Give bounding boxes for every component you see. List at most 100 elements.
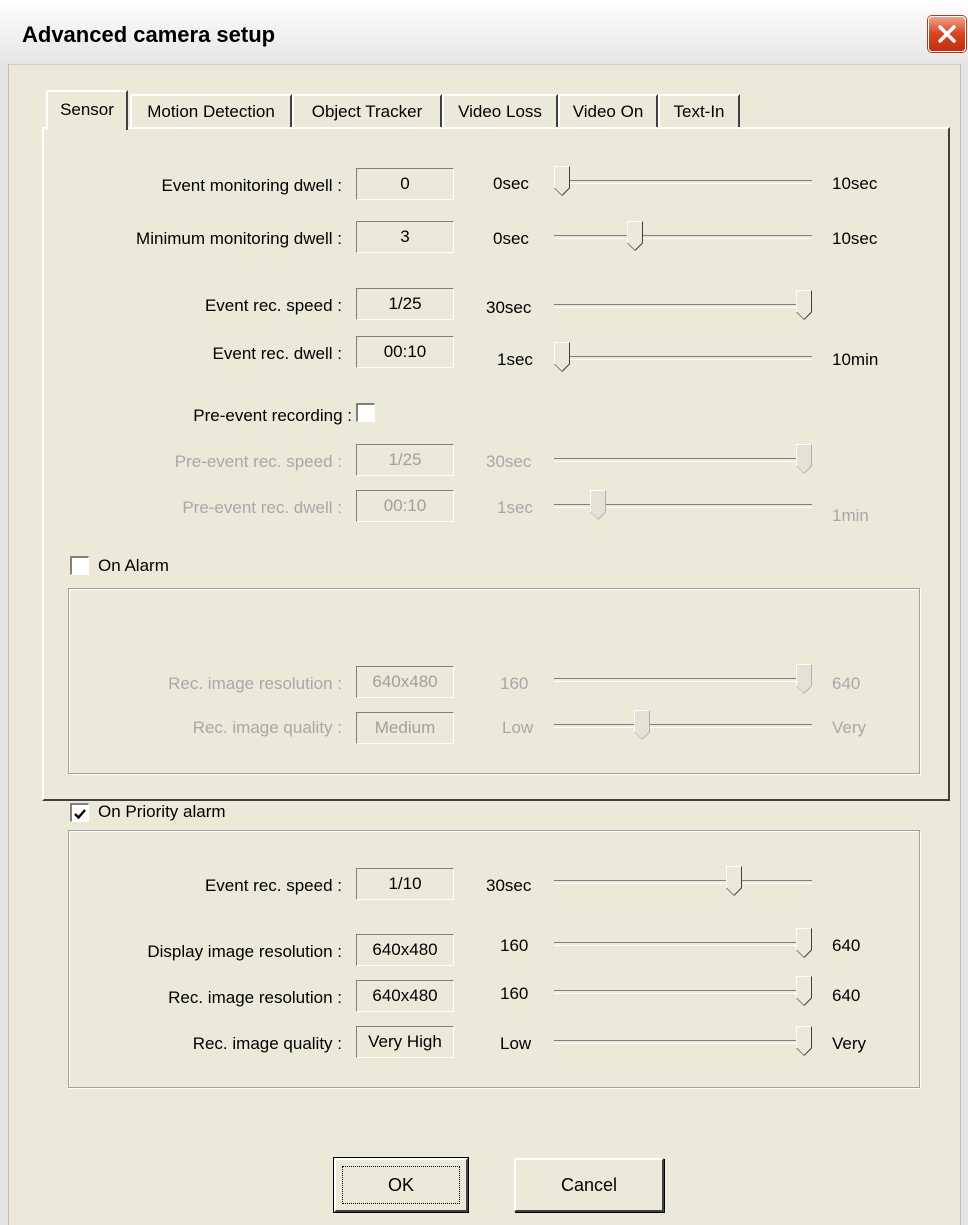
- event-rec-dwell-max: 10min: [832, 350, 879, 369]
- slider-track: [554, 458, 812, 462]
- priority-event-rec-speed-label: Event rec. speed :: [204, 876, 342, 895]
- priority-rec-image-resolution-max: 640: [832, 986, 861, 1005]
- priority-event-rec-speed-slider[interactable]: [554, 866, 812, 900]
- window-frame-right: [960, 64, 968, 1225]
- title-bar[interactable]: Advanced camera setup: [0, 0, 968, 65]
- slider-track: [554, 724, 812, 728]
- dialog-window: Advanced camera setup Sensor Motion Dete…: [0, 0, 968, 1225]
- event-rec-speed-min: 30sec: [486, 298, 532, 317]
- minimum-monitoring-dwell-label: Minimum monitoring dwell :: [136, 229, 342, 248]
- slider-track: [554, 990, 812, 994]
- slider-thumb[interactable]: [554, 342, 570, 372]
- priority-rec-image-resolution-value: 640x480: [356, 980, 454, 1012]
- on-alarm-rec-image-quality-min: Low: [502, 718, 534, 737]
- slider-track: [554, 180, 812, 184]
- priority-rec-image-quality-value: Very High: [356, 1026, 454, 1058]
- priority-rec-image-quality-min: Low: [500, 1034, 532, 1053]
- tab-text-in[interactable]: Text-In: [658, 94, 740, 128]
- display-image-resolution-min: 160: [500, 936, 529, 955]
- slider-track: [554, 942, 812, 946]
- minimum-monitoring-dwell-min: 0sec: [493, 229, 529, 248]
- slider-thumb[interactable]: [796, 1026, 812, 1056]
- slider-thumb[interactable]: [634, 710, 650, 740]
- slider-track: [554, 304, 812, 308]
- pre-event-rec-speed-min: 30sec: [486, 452, 532, 471]
- on-alarm-rec-image-resolution-slider[interactable]: [554, 664, 812, 698]
- on-alarm-rec-image-quality-slider[interactable]: [554, 710, 812, 744]
- priority-rec-image-resolution-min: 160: [500, 984, 529, 1003]
- on-alarm-label: On Alarm: [98, 556, 169, 575]
- display-image-resolution-slider[interactable]: [554, 928, 812, 962]
- event-monitoring-dwell-min: 0sec: [493, 174, 529, 193]
- priority-rec-image-quality-max: Very: [832, 1034, 867, 1053]
- event-rec-dwell-label: Event rec. dwell :: [212, 344, 342, 363]
- pre-event-recording-checkbox[interactable]: [356, 403, 375, 422]
- close-icon: [938, 25, 956, 43]
- slider-thumb[interactable]: [796, 290, 812, 320]
- pre-event-rec-dwell-value: 00:10: [356, 490, 454, 522]
- window-frame-left: [0, 64, 9, 1225]
- slider-thumb[interactable]: [726, 866, 742, 896]
- display-image-resolution-max: 640: [832, 936, 861, 955]
- on-alarm-rec-image-resolution-value: 640x480: [356, 666, 454, 698]
- tab-sensor[interactable]: Sensor: [46, 90, 128, 130]
- on-alarm-rec-image-quality-value: Medium: [356, 712, 454, 744]
- pre-event-rec-dwell-min: 1sec: [497, 498, 533, 517]
- event-monitoring-dwell-label: Event monitoring dwell :: [161, 176, 342, 195]
- pre-event-rec-dwell-max: 1min: [832, 506, 869, 525]
- event-monitoring-dwell-max: 10sec: [832, 174, 878, 193]
- minimum-monitoring-dwell-slider[interactable]: [554, 221, 812, 255]
- tab-video-loss[interactable]: Video Loss: [442, 94, 558, 128]
- slider-track: [554, 356, 812, 360]
- window-title: Advanced camera setup: [22, 22, 276, 47]
- pre-event-rec-dwell-label: Pre-event rec. dwell :: [182, 498, 342, 517]
- event-rec-dwell-slider[interactable]: [554, 342, 812, 376]
- event-rec-speed-label: Event rec. speed :: [204, 296, 342, 315]
- event-rec-speed-slider[interactable]: [554, 290, 812, 324]
- slider-thumb[interactable]: [796, 444, 812, 474]
- display-image-resolution-label: Display image resolution :: [147, 942, 342, 961]
- slider-thumb[interactable]: [554, 166, 570, 196]
- event-monitoring-dwell-slider[interactable]: [554, 166, 812, 200]
- slider-thumb[interactable]: [796, 928, 812, 958]
- event-rec-speed-value: 1/25: [356, 288, 454, 320]
- event-monitoring-dwell-value: 0: [356, 168, 454, 200]
- slider-thumb[interactable]: [796, 664, 812, 694]
- on-alarm-rec-image-quality-label: Rec. image quality :: [192, 718, 342, 737]
- slider-track: [554, 235, 812, 239]
- event-rec-dwell-min: 1sec: [497, 350, 533, 369]
- on-priority-alarm-label: On Priority alarm: [98, 802, 226, 821]
- pre-event-rec-speed-value: 1/25: [356, 444, 454, 476]
- pre-event-recording-label: Pre-event recording :: [193, 406, 352, 425]
- on-alarm-rec-image-resolution-max: 640: [832, 674, 861, 693]
- cancel-button[interactable]: Cancel: [514, 1158, 664, 1212]
- slider-thumb[interactable]: [590, 490, 606, 520]
- ok-button-label: OK: [342, 1166, 460, 1204]
- tab-motion-detection[interactable]: Motion Detection: [130, 94, 292, 128]
- pre-event-rec-speed-label: Pre-event rec. speed :: [174, 452, 342, 471]
- slider-track: [554, 678, 812, 682]
- slider-track: [554, 1040, 812, 1044]
- slider-thumb[interactable]: [796, 976, 812, 1006]
- minimum-monitoring-dwell-max: 10sec: [832, 229, 878, 248]
- priority-rec-image-quality-slider[interactable]: [554, 1026, 812, 1060]
- slider-track: [554, 880, 812, 884]
- tab-video-on[interactable]: Video On: [558, 94, 658, 128]
- on-priority-alarm-checkbox[interactable]: [70, 803, 89, 822]
- on-alarm-rec-image-resolution-label: Rec. image resolution :: [168, 674, 342, 693]
- pre-event-rec-dwell-slider[interactable]: [554, 490, 812, 524]
- priority-rec-image-resolution-slider[interactable]: [554, 976, 812, 1010]
- priority-event-rec-speed-value: 1/10: [356, 868, 454, 900]
- on-alarm-rec-image-resolution-min: 160: [500, 674, 529, 693]
- on-alarm-checkbox[interactable]: [70, 556, 89, 575]
- minimum-monitoring-dwell-value: 3: [356, 221, 454, 253]
- close-button[interactable]: [928, 16, 966, 52]
- pre-event-rec-speed-slider[interactable]: [554, 444, 812, 478]
- event-rec-dwell-value: 00:10: [356, 336, 454, 368]
- checkmark-icon: [73, 806, 87, 826]
- tab-object-tracker[interactable]: Object Tracker: [292, 94, 442, 128]
- display-image-resolution-value: 640x480: [356, 934, 454, 966]
- slider-thumb[interactable]: [627, 221, 643, 251]
- ok-button[interactable]: OK: [333, 1157, 469, 1213]
- on-alarm-rec-image-quality-max: Very: [832, 718, 867, 737]
